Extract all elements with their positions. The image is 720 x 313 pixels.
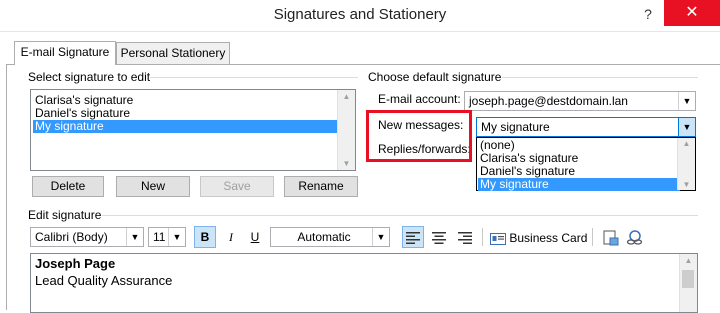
email-account-label: E-mail account: bbox=[378, 92, 461, 106]
new-messages-value: My signature bbox=[481, 120, 550, 134]
list-item-selected[interactable]: My signature bbox=[33, 120, 340, 133]
highlight-box bbox=[366, 110, 472, 162]
toolbar-separator bbox=[592, 228, 593, 246]
select-signature-heading: Select signature to edit bbox=[28, 70, 151, 84]
align-right-icon bbox=[458, 231, 472, 244]
scroll-up-icon[interactable]: ▲ bbox=[680, 256, 697, 265]
signature-editor[interactable]: Joseph Page Lead Quality Assurance ▲ bbox=[30, 253, 698, 313]
toolbar-separator bbox=[482, 228, 483, 246]
font-value: Calibri (Body) bbox=[35, 230, 108, 244]
new-messages-select[interactable]: My signature ▼ bbox=[476, 117, 696, 137]
editor-line: Lead Quality Assurance bbox=[35, 273, 173, 288]
chevron-down-icon[interactable]: ▼ bbox=[678, 92, 695, 110]
divider bbox=[502, 77, 698, 78]
help-button[interactable]: ? bbox=[638, 6, 658, 26]
business-card-button[interactable]: Business Card bbox=[490, 228, 587, 248]
color-value: Automatic bbox=[297, 230, 351, 244]
delete-button[interactable]: Delete bbox=[32, 176, 104, 197]
underline-button[interactable]: U bbox=[244, 226, 266, 248]
align-right-button[interactable] bbox=[454, 226, 476, 248]
scroll-down-icon[interactable]: ▼ bbox=[678, 180, 695, 189]
font-size-select[interactable]: 11 ▼ bbox=[148, 227, 186, 247]
business-card-icon bbox=[490, 232, 506, 245]
editor-scrollbar[interactable]: ▲ bbox=[679, 254, 697, 312]
signature-dropdown-list[interactable]: (none) Clarisa's signature Daniel's sign… bbox=[476, 137, 696, 191]
tab-email-signature[interactable]: E-mail Signature bbox=[14, 41, 116, 65]
email-account-select[interactable]: joseph.page@destdomain.lan ▼ bbox=[464, 91, 696, 111]
close-button[interactable]: ✕ bbox=[664, 0, 720, 26]
scroll-up-icon[interactable]: ▲ bbox=[338, 92, 355, 101]
save-button[interactable]: Save bbox=[200, 176, 274, 197]
signature-list[interactable]: Clarisa's signature Daniel's signature M… bbox=[30, 89, 356, 171]
email-account-value: joseph.page@destdomain.lan bbox=[469, 94, 628, 108]
picture-icon bbox=[603, 230, 619, 246]
align-left-icon bbox=[406, 231, 420, 244]
chevron-down-icon[interactable]: ▼ bbox=[168, 228, 185, 246]
dropdown-scrollbar[interactable]: ▲ ▼ bbox=[677, 138, 695, 190]
chevron-down-icon[interactable]: ▼ bbox=[678, 118, 695, 136]
business-card-label: Business Card bbox=[509, 231, 588, 245]
hyperlink-button[interactable] bbox=[624, 226, 646, 248]
chevron-down-icon[interactable]: ▼ bbox=[372, 228, 389, 246]
editor-line: Joseph Page bbox=[35, 256, 116, 271]
font-select[interactable]: Calibri (Body) ▼ bbox=[30, 227, 144, 247]
color-select[interactable]: Automatic ▼ bbox=[270, 227, 390, 247]
scroll-up-icon[interactable]: ▲ bbox=[678, 139, 695, 148]
align-center-button[interactable] bbox=[428, 226, 450, 248]
hyperlink-icon bbox=[626, 230, 643, 245]
window-title: Signatures and Stationery bbox=[273, 6, 447, 23]
rename-button[interactable]: Rename bbox=[284, 176, 358, 197]
signature-list-scrollbar[interactable]: ▲ ▼ bbox=[337, 90, 355, 170]
divider bbox=[102, 215, 698, 216]
edit-signature-heading: Edit signature bbox=[28, 208, 102, 222]
insert-picture-button[interactable] bbox=[600, 226, 622, 248]
scroll-down-icon[interactable]: ▼ bbox=[338, 159, 355, 168]
choose-default-heading: Choose default signature bbox=[368, 70, 502, 84]
bold-button[interactable]: B bbox=[194, 226, 216, 248]
align-left-button[interactable] bbox=[402, 226, 424, 248]
font-size-value: 11 bbox=[153, 230, 166, 244]
italic-button[interactable]: I bbox=[220, 226, 242, 248]
align-center-icon bbox=[432, 231, 446, 244]
tab-personal-stationery[interactable]: Personal Stationery bbox=[116, 42, 230, 64]
new-button[interactable]: New bbox=[116, 176, 190, 197]
dropdown-option-selected[interactable]: My signature bbox=[478, 178, 680, 191]
scroll-thumb[interactable] bbox=[682, 270, 694, 288]
divider bbox=[150, 77, 358, 78]
chevron-down-icon[interactable]: ▼ bbox=[126, 228, 143, 246]
